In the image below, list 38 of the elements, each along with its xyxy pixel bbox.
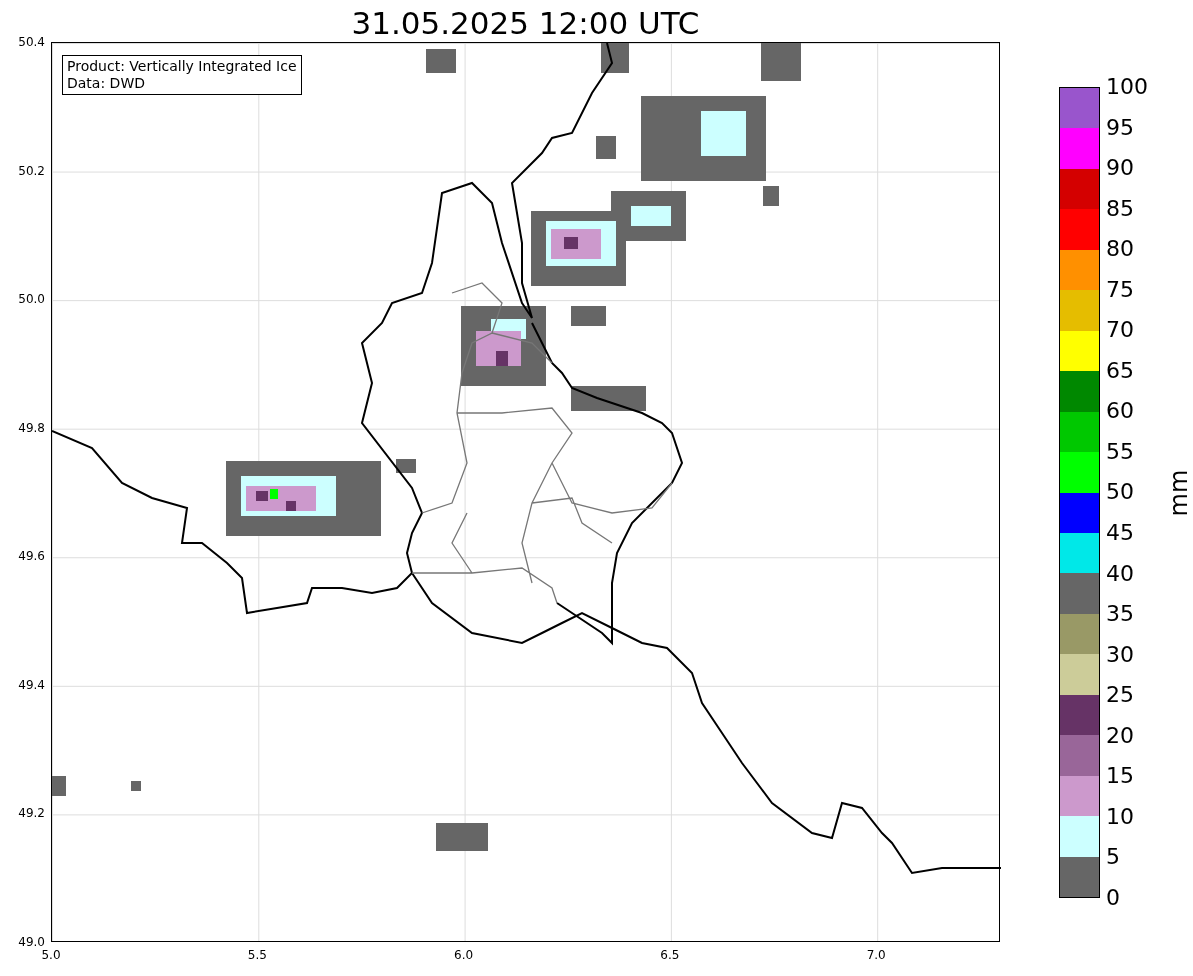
- chart-title: 31.05.2025 12:00 UTC: [351, 4, 700, 42]
- axis-tick-label: 49.6: [18, 549, 45, 564]
- axis-tick-label: 5.5: [247, 948, 267, 962]
- scale-label: 60: [1106, 399, 1134, 424]
- axis-tick-label: 50.0: [18, 292, 45, 307]
- scale-label: 40: [1106, 561, 1134, 586]
- axis-tick-label: 7.0: [866, 948, 886, 962]
- axis-tick-label: 50.2: [18, 163, 45, 178]
- axis-tick-label: 49.8: [18, 420, 45, 435]
- scale-label: 20: [1106, 723, 1134, 748]
- scale-label: 35: [1106, 602, 1134, 627]
- scale-label: 15: [1106, 764, 1134, 789]
- axis-tick-label: 49.2: [18, 806, 45, 821]
- info-text: Product: Vertically Integrated Ice: [67, 58, 297, 75]
- scale-label: 10: [1106, 804, 1134, 829]
- info-text: Data: DWD: [67, 75, 146, 92]
- scale-label: 90: [1106, 156, 1134, 181]
- scale-label: 55: [1106, 439, 1134, 464]
- scale-label: 30: [1106, 642, 1134, 667]
- scale-label: 100: [1106, 75, 1148, 99]
- scale-label: 95: [1106, 115, 1134, 140]
- axis-tick-label: 6.5: [660, 948, 680, 962]
- axis-tick-label: 6.0: [454, 948, 474, 962]
- scale-label: 25: [1106, 683, 1134, 708]
- axis-tick-label: 50.4: [18, 35, 45, 49]
- scale-label: 45: [1106, 521, 1134, 545]
- scale-label: 50: [1106, 480, 1134, 505]
- scale-label: 85: [1106, 196, 1134, 221]
- unit-label: mm: [1165, 469, 1193, 516]
- scale-label: 65: [1106, 358, 1134, 383]
- axis-tick-label: 49.0: [18, 935, 45, 949]
- scale-label: 75: [1106, 277, 1134, 302]
- axis-tick-label: 49.4: [18, 677, 45, 692]
- axis-tick-label: 5.0: [41, 948, 61, 962]
- scale-label: 0: [1106, 885, 1120, 910]
- scale-label: 5: [1106, 845, 1120, 870]
- scale-label: 70: [1106, 318, 1134, 343]
- scale-label: 80: [1106, 237, 1134, 262]
